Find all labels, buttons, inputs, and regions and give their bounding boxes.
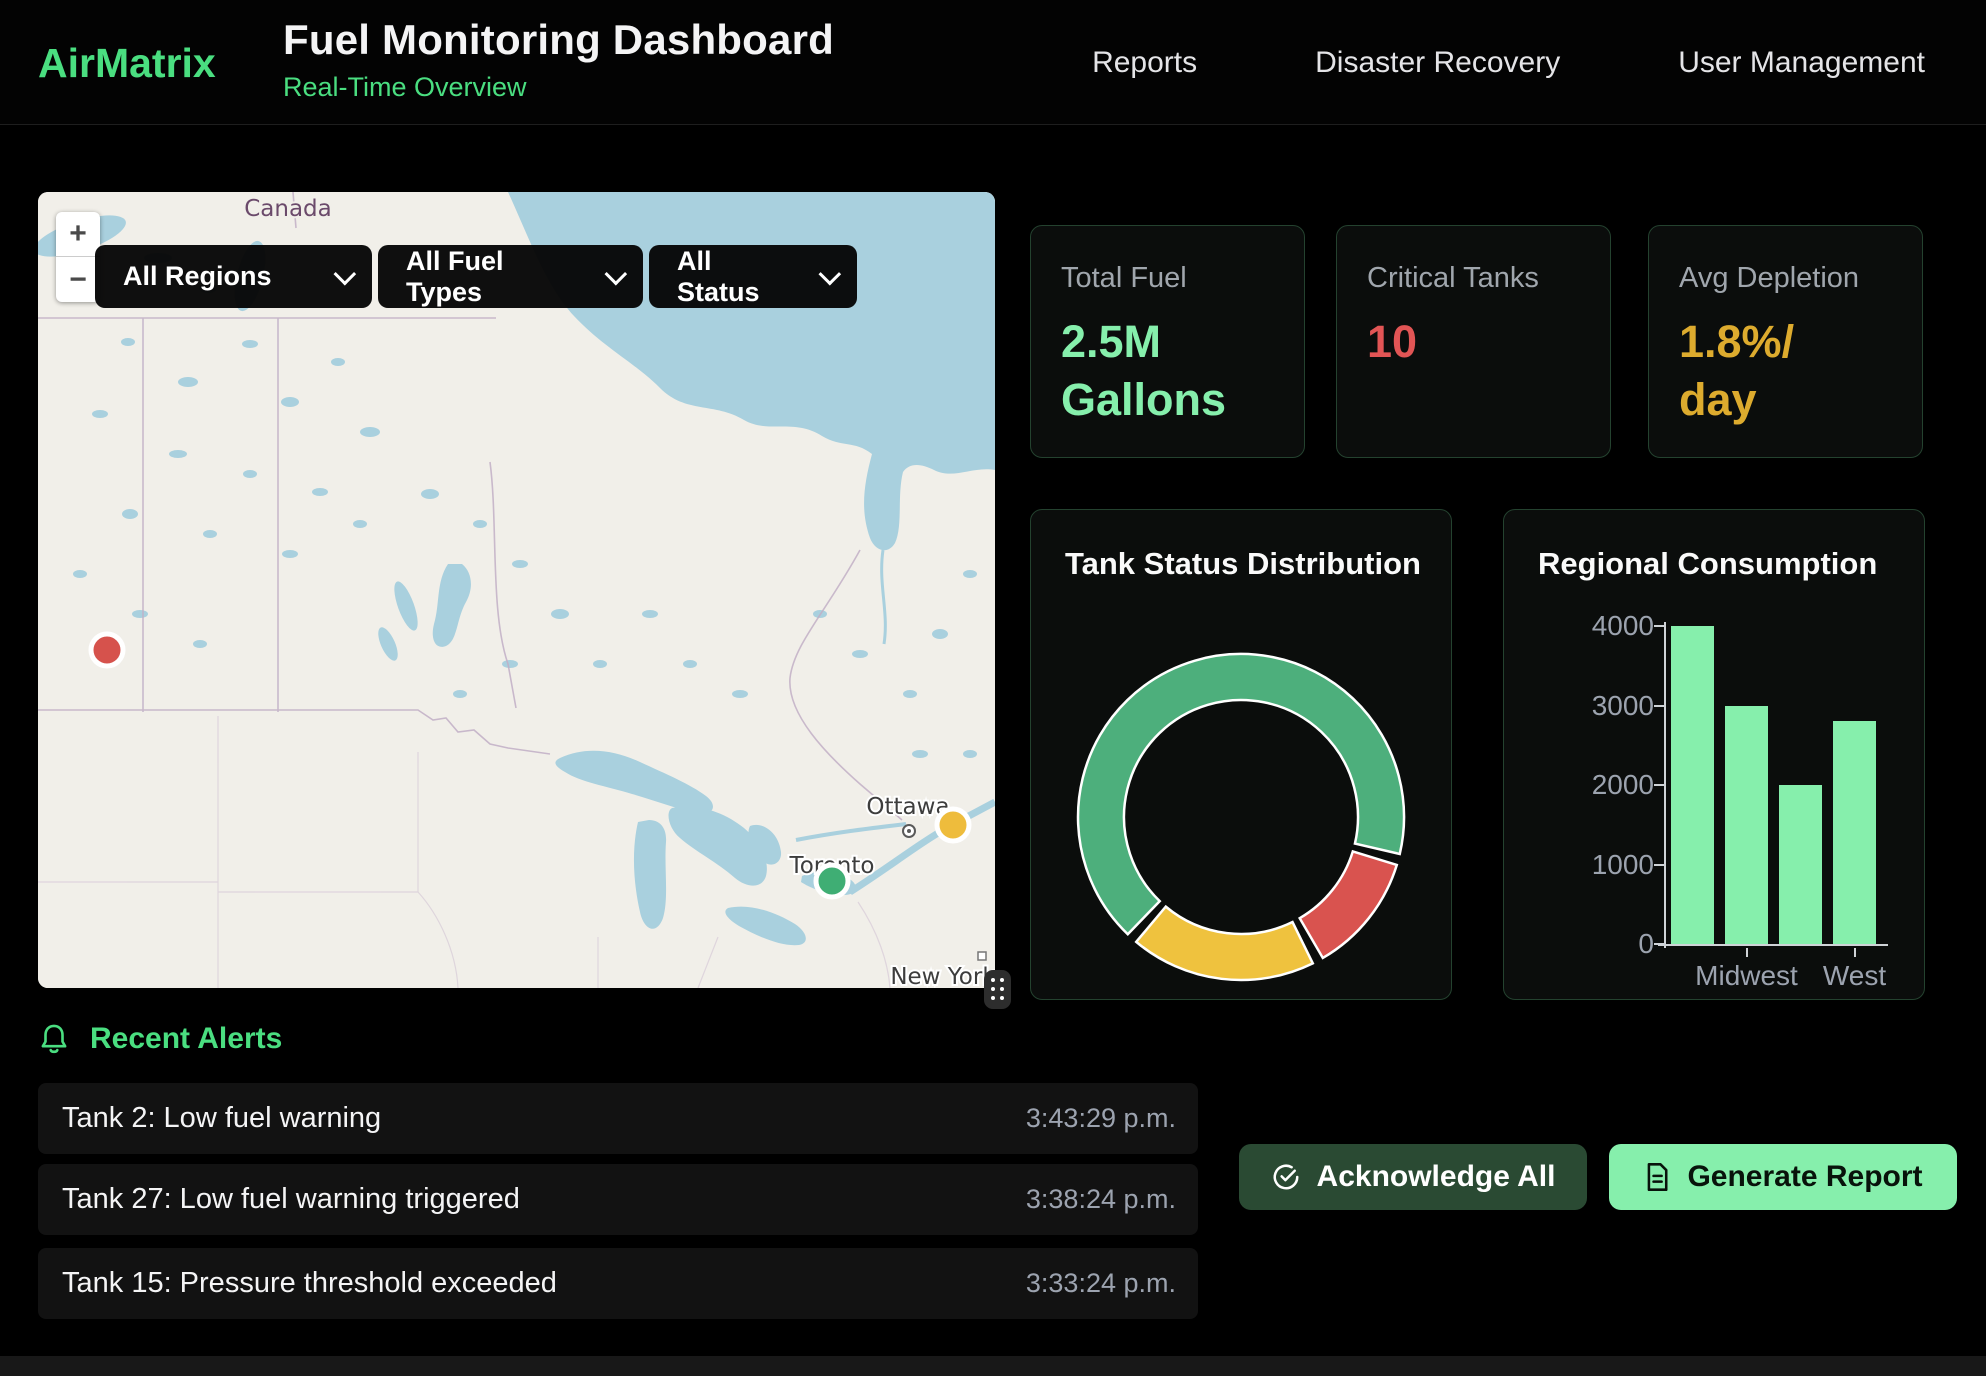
map-zoom-control: + − (56, 212, 100, 302)
generate-report-label: Generate Report (1687, 1160, 1922, 1194)
tank-status-card: Tank Status Distribution (1030, 509, 1452, 1000)
y-tick-label: 4000 (1564, 610, 1654, 642)
map-label-canada: Canada (244, 196, 332, 222)
y-tick-mark (1654, 784, 1664, 786)
stat-value-total-fuel: 2.5M Gallons (1061, 313, 1251, 428)
alert-timestamp: 3:38:24 p.m. (1026, 1184, 1176, 1215)
y-tick-mark (1654, 943, 1664, 945)
y-tick-label: 1000 (1564, 849, 1654, 881)
alert-message: Tank 15: Pressure threshold exceeded (62, 1267, 557, 1300)
app-header: AirMatrix Fuel Monitoring Dashboard Real… (0, 0, 1986, 125)
map-canvas[interactable]: Canada Ottawa Toronto New York (38, 192, 995, 988)
map-resize-handle[interactable] (984, 970, 1011, 1009)
y-axis (1664, 622, 1666, 948)
y-tick-mark (1654, 705, 1664, 707)
y-tick-mark (1654, 864, 1664, 866)
y-tick-label: 0 (1564, 928, 1654, 960)
chevron-down-icon (334, 262, 357, 285)
tank-status-donut-chart (1031, 588, 1453, 1028)
stat-card-total-fuel: Total Fuel 2.5M Gallons (1030, 225, 1305, 458)
map-filter-bar: All Regions All Fuel Types All Status (95, 245, 857, 308)
bar-region-1 (1671, 626, 1714, 944)
donut-segment-warning (1136, 907, 1313, 980)
x-tick-mark (1854, 948, 1856, 957)
alert-timestamp: 3:43:29 p.m. (1026, 1103, 1176, 1134)
x-tick-mark (1746, 948, 1748, 957)
ottawa-city-marker-dot (907, 829, 911, 833)
zoom-out-button[interactable]: − (56, 257, 100, 302)
alert-timestamp: 3:33:24 p.m. (1026, 1268, 1176, 1299)
app-logo: AirMatrix (38, 40, 216, 87)
alert-row[interactable]: Tank 15: Pressure threshold exceeded 3:3… (38, 1248, 1198, 1319)
regions-dropdown[interactable]: All Regions (95, 245, 372, 308)
recent-alerts-header: Recent Alerts (38, 1022, 282, 1056)
bar-midwest (1725, 706, 1768, 945)
stat-card-avg-depletion: Avg Depletion 1.8%/day (1648, 225, 1923, 458)
acknowledge-all-label: Acknowledge All (1317, 1160, 1556, 1194)
donut-segment-critical (1300, 851, 1397, 958)
y-tick-label: 2000 (1564, 769, 1654, 801)
y-tick-mark (1654, 625, 1664, 627)
fuel-types-dropdown[interactable]: All Fuel Types (378, 245, 643, 308)
nav-user-management[interactable]: User Management (1678, 46, 1925, 80)
zoom-in-button[interactable]: + (56, 212, 100, 257)
chevron-down-icon (819, 262, 842, 285)
alert-row[interactable]: Tank 27: Low fuel warning triggered 3:38… (38, 1164, 1198, 1235)
tank-marker-normal[interactable] (816, 865, 848, 897)
main-nav: Reports Disaster Recovery User Managemen… (1092, 0, 1925, 125)
bottom-strip (0, 1356, 1986, 1376)
y-tick-label: 3000 (1564, 690, 1654, 722)
document-icon (1643, 1162, 1671, 1192)
x-tick-label: West (1823, 960, 1886, 992)
map-label-newyork: New York (890, 964, 995, 988)
stat-card-critical-tanks: Critical Tanks 10 (1336, 225, 1611, 458)
regional-consumption-card: Regional Consumption 01000200030004000Mi… (1503, 509, 1925, 1000)
status-dropdown-value: All Status (677, 246, 801, 308)
check-circle-icon (1271, 1162, 1301, 1192)
map-panel[interactable]: Canada Ottawa Toronto New York + − All R… (38, 192, 995, 988)
newyork-city-marker (978, 952, 986, 960)
title-block: Fuel Monitoring Dashboard Real-Time Over… (283, 16, 834, 103)
x-axis (1658, 944, 1888, 946)
status-dropdown[interactable]: All Status (649, 245, 857, 308)
tank-marker-critical[interactable] (91, 634, 123, 666)
stat-value-avg-depletion: 1.8%/day (1679, 313, 1804, 428)
page-subtitle: Real-Time Overview (283, 72, 834, 103)
nav-reports[interactable]: Reports (1092, 46, 1197, 80)
page-title: Fuel Monitoring Dashboard (283, 16, 834, 64)
bell-icon (38, 1022, 70, 1056)
stat-label: Total Fuel (1061, 262, 1274, 295)
regions-dropdown-value: All Regions (123, 261, 272, 292)
stat-label: Critical Tanks (1367, 262, 1580, 295)
recent-alerts-title: Recent Alerts (90, 1022, 282, 1056)
donut-chart-title: Tank Status Distribution (1065, 546, 1421, 582)
x-tick-label: Midwest (1695, 960, 1798, 992)
acknowledge-all-button[interactable]: Acknowledge All (1239, 1144, 1587, 1210)
alert-message: Tank 2: Low fuel warning (62, 1102, 381, 1135)
nav-disaster-recovery[interactable]: Disaster Recovery (1315, 46, 1560, 80)
bar-region-3 (1779, 785, 1822, 944)
fuel-types-dropdown-value: All Fuel Types (406, 246, 587, 308)
tank-marker-warning[interactable] (937, 809, 969, 841)
regional-consumption-bar-chart: 0 1000 2000 3000 4000 Midwest West (1504, 510, 1926, 1001)
chevron-down-icon (605, 262, 628, 285)
bar-west (1833, 721, 1876, 944)
alert-row[interactable]: Tank 2: Low fuel warning 3:43:29 p.m. (38, 1083, 1198, 1154)
alert-message: Tank 27: Low fuel warning triggered (62, 1183, 520, 1216)
generate-report-button[interactable]: Generate Report (1609, 1144, 1957, 1210)
stat-value-critical-tanks: 10 (1367, 313, 1557, 371)
stat-label: Avg Depletion (1679, 262, 1892, 295)
